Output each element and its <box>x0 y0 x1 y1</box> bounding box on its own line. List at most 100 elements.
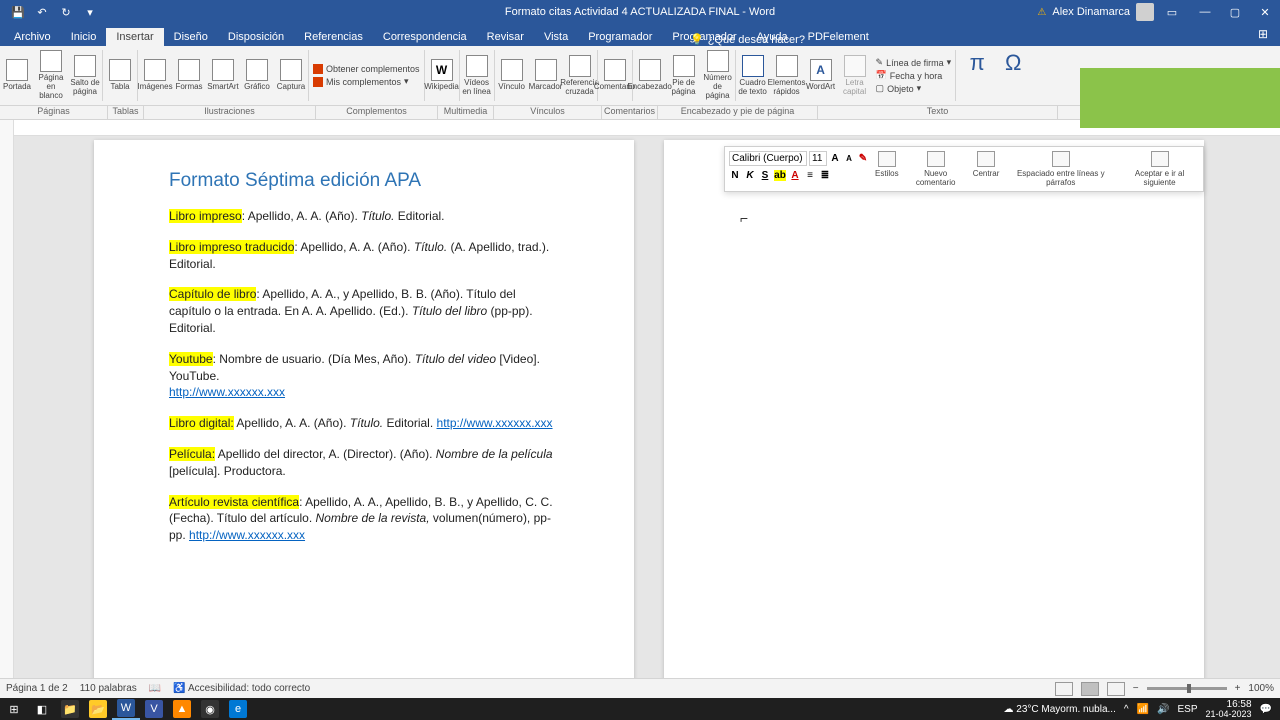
tab-pdfelement[interactable]: PDFelement <box>798 28 879 46</box>
elementos-rapidos-button[interactable]: Elementos rápidos <box>770 46 804 105</box>
shrink-font-icon[interactable]: A <box>843 154 855 163</box>
tab-correspondencia[interactable]: Correspondencia <box>373 28 477 46</box>
ribbon-display-icon[interactable]: ▭ <box>1164 4 1180 20</box>
tabla-button[interactable]: Tabla <box>103 46 137 105</box>
minimize-button[interactable]: ― <box>1190 0 1220 24</box>
vinculo-button[interactable]: Vínculo <box>495 46 529 105</box>
weather-widget[interactable]: ☁ 23°C Mayorm. nubla... <box>1003 704 1115 715</box>
bold-button[interactable]: N <box>729 170 741 181</box>
grow-font-icon[interactable]: A <box>829 153 841 164</box>
mini-aceptar[interactable]: Aceptar e ir al siguiente <box>1118 149 1201 189</box>
mini-size-input[interactable] <box>809 151 827 166</box>
zoom-level[interactable]: 100% <box>1248 683 1274 694</box>
tab-archivo[interactable]: Archivo <box>4 28 61 46</box>
tab-revisar[interactable]: Revisar <box>477 28 534 46</box>
web-layout-button[interactable] <box>1107 682 1125 696</box>
font-color-button[interactable]: A <box>789 170 801 181</box>
tab-diseno[interactable]: Diseño <box>164 28 218 46</box>
spell-check-icon[interactable]: 📖 <box>149 683 161 694</box>
linea-firma-button[interactable]: ✎ Línea de firma ▾ <box>876 57 952 68</box>
edge-icon[interactable]: e <box>224 698 252 720</box>
close-button[interactable]: ✕ <box>1250 0 1280 24</box>
undo-icon[interactable]: ↶ <box>34 4 50 20</box>
comentario-button[interactable]: Comentario <box>598 46 632 105</box>
notification-banner[interactable] <box>1080 68 1280 128</box>
page-1[interactable]: Formato Séptima edición APA Libro impres… <box>94 140 634 690</box>
tab-inicio[interactable]: Inicio <box>61 28 107 46</box>
zoom-out-button[interactable]: − <box>1133 683 1139 694</box>
italic-button[interactable]: K <box>744 170 756 181</box>
marcador-button[interactable]: Marcador <box>529 46 563 105</box>
numbering-button[interactable]: ≣ <box>819 170 831 181</box>
tab-programador[interactable]: Programador <box>578 28 662 46</box>
taskbar-app-1[interactable]: 📁 <box>56 698 84 720</box>
mini-nuevo-comentario[interactable]: Nuevo comentario <box>903 149 969 189</box>
tab-vista[interactable]: Vista <box>534 28 578 46</box>
mini-estilos[interactable]: Estilos <box>871 149 903 189</box>
notifications-icon[interactable]: 💬 <box>1260 704 1272 715</box>
referencia-cruzada-button[interactable]: Referencia cruzada <box>563 46 597 105</box>
imagenes-button[interactable]: Imágenes <box>138 46 172 105</box>
zoom-slider[interactable] <box>1147 687 1227 690</box>
mini-font-input[interactable] <box>729 151 807 166</box>
encabezado-button[interactable]: Encabezado <box>633 46 667 105</box>
task-view-icon[interactable]: ◧ <box>28 698 56 720</box>
smartart-button[interactable]: SmartArt <box>206 46 240 105</box>
videos-button[interactable]: Vídeos en línea <box>460 46 494 105</box>
word-icon[interactable]: W <box>112 698 140 720</box>
mini-centrar[interactable]: Centrar <box>969 149 1004 189</box>
language-indicator[interactable]: ESP <box>1177 704 1197 715</box>
cuadro-texto-button[interactable]: Cuadro de texto <box>736 46 770 105</box>
highlight-button[interactable]: ab <box>774 170 786 181</box>
simbolo-icon[interactable]: Ω <box>998 50 1028 101</box>
portada-button[interactable]: Portada <box>0 46 34 105</box>
grafico-button[interactable]: Gráfico <box>240 46 274 105</box>
start-button[interactable]: ⊞ <box>0 698 28 720</box>
pagina-blanco-button[interactable]: Página en blanco <box>34 46 68 105</box>
mini-espaciado[interactable]: Espaciado entre líneas y párrafos <box>1003 149 1118 189</box>
vlc-icon[interactable]: ▲ <box>168 698 196 720</box>
page-2[interactable]: A A ✎ N K S ab A ≡ ≣ Estilos Nuevo <box>664 140 1204 690</box>
read-mode-button[interactable] <box>1055 682 1073 696</box>
chrome-icon[interactable]: ◉ <box>196 698 224 720</box>
wordart-button[interactable]: AWordArt <box>804 46 838 105</box>
qat-more-icon[interactable]: ▾ <box>82 4 98 20</box>
tab-referencias[interactable]: Referencias <box>294 28 373 46</box>
formas-button[interactable]: Formas <box>172 46 206 105</box>
wikipedia-button[interactable]: WWikipedia <box>425 46 459 105</box>
clock-date[interactable]: 21-04-2023 <box>1206 710 1252 719</box>
format-painter-icon[interactable]: ✎ <box>857 153 869 164</box>
clock-time[interactable]: 16:58 <box>1206 700 1252 710</box>
maximize-button[interactable]: ▢ <box>1220 0 1250 24</box>
bullets-button[interactable]: ≡ <box>804 170 816 181</box>
word-count[interactable]: 110 palabras <box>80 683 137 694</box>
tab-disposicion[interactable]: Disposición <box>218 28 294 46</box>
user-badge[interactable]: ⚠ Alex Dinamarca <box>1037 3 1154 21</box>
tab-insertar[interactable]: Insertar <box>106 28 163 46</box>
captura-button[interactable]: Captura <box>274 46 308 105</box>
accessibility-status[interactable]: ♿ Accesibilidad: todo correcto <box>173 683 310 694</box>
objeto-button[interactable]: ▢ Objeto ▾ <box>876 83 952 94</box>
ecuacion-icon[interactable]: π <box>962 50 992 101</box>
numero-pagina-button[interactable]: Número de página <box>701 46 735 105</box>
tray-chevron-icon[interactable]: ^ <box>1124 704 1129 715</box>
pie-pagina-button[interactable]: Pie de página <box>667 46 701 105</box>
tell-me-search[interactable]: 💡 ¿Qué desea hacer? <box>690 33 805 46</box>
mis-complementos-button[interactable]: Mis complementos ▾ <box>313 76 420 87</box>
save-icon[interactable]: 💾 <box>10 4 26 20</box>
zoom-in-button[interactable]: + <box>1235 683 1241 694</box>
entry-libro-digital: Libro digital: Apellido, A. A. (Año). Tí… <box>169 415 559 432</box>
underline-button[interactable]: S <box>759 170 771 181</box>
redo-icon[interactable]: ↻ <box>58 4 74 20</box>
network-icon[interactable]: 📶 <box>1137 704 1149 715</box>
file-explorer-icon[interactable]: 📂 <box>84 698 112 720</box>
salto-pagina-button[interactable]: Salto de página <box>68 46 102 105</box>
obtener-complementos-button[interactable]: Obtener complementos <box>313 64 420 74</box>
share-icon[interactable]: ⊞ <box>1258 27 1272 41</box>
print-layout-button[interactable] <box>1081 682 1099 696</box>
volume-icon[interactable]: 🔊 <box>1157 704 1169 715</box>
fecha-hora-button[interactable]: 📅 Fecha y hora <box>876 70 952 81</box>
visio-icon[interactable]: V <box>140 698 168 720</box>
letra-capital-button[interactable]: Letra capital <box>838 46 872 105</box>
page-indicator[interactable]: Página 1 de 2 <box>6 683 68 694</box>
